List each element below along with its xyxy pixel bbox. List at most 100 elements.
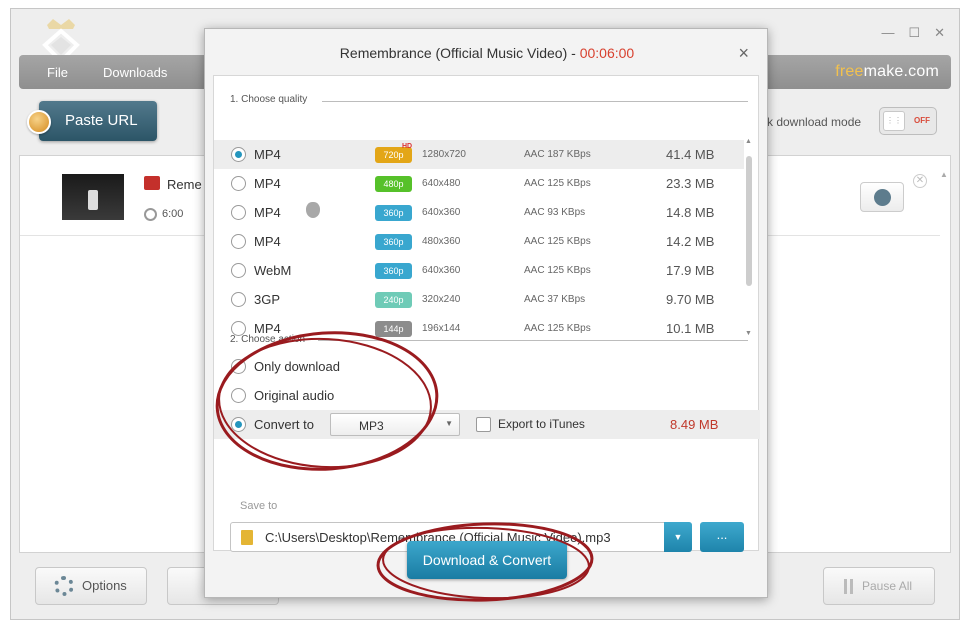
dialog-close-icon[interactable]: × <box>738 43 749 64</box>
pause-icon <box>844 579 853 594</box>
quality-format: MP4 <box>254 234 281 249</box>
brand-part2: make.com <box>863 63 939 80</box>
save-to-label: Save to <box>240 500 278 512</box>
quality-badge: 360p <box>375 263 412 279</box>
quality-size: 17.9 MB <box>666 263 715 278</box>
quality-radio[interactable] <box>231 263 246 278</box>
browse-button[interactable]: ... <box>700 522 744 552</box>
options-button[interactable]: Options <box>35 567 147 605</box>
gear-icon <box>54 576 74 596</box>
minimize-icon[interactable]: — <box>881 25 894 41</box>
original-audio-radio[interactable] <box>231 388 246 403</box>
quality-radio[interactable] <box>231 205 246 220</box>
quality-size: 14.8 MB <box>666 205 715 220</box>
quality-format: MP4 <box>254 147 281 162</box>
quality-badge: 240p <box>375 292 412 308</box>
quality-radio[interactable] <box>231 176 246 191</box>
dialog-title-duration: 00:06:00 <box>579 45 635 61</box>
folder-icon <box>241 530 253 545</box>
window-controls: — ☐ ✕ <box>881 25 945 41</box>
quality-resolution: 640x360 <box>422 207 461 218</box>
quality-row[interactable]: MP4 480p 640x480 AAC 125 KBps 23.3 MB <box>214 169 744 198</box>
quality-format: 3GP <box>254 292 281 307</box>
apple-icon <box>306 202 320 218</box>
quality-audio: AAC 93 KBps <box>524 207 586 218</box>
quality-audio: AAC 125 KBps <box>524 323 591 334</box>
list-scrollbar[interactable]: ▲ <box>940 166 948 546</box>
close-icon[interactable]: ✕ <box>934 25 945 41</box>
download-mode-toggle[interactable]: ⋮⋮ OFF <box>879 107 937 135</box>
menu-downloads[interactable]: Downloads <box>103 65 167 80</box>
youtube-icon <box>144 176 160 190</box>
quality-row[interactable]: 3GP 240p 320x240 AAC 37 KBps 9.70 MB <box>214 285 744 314</box>
paste-url-button[interactable]: Paste URL <box>27 101 157 141</box>
quality-audio: AAC 125 KBps <box>524 265 591 276</box>
remove-item-icon[interactable]: ✕ <box>913 174 927 188</box>
quality-resolution: 640x360 <box>422 265 461 276</box>
convert-to-label: Convert to <box>254 417 314 432</box>
action-section-label: 2. Choose action <box>230 334 306 345</box>
quality-row[interactable]: MP4 360p 480x360 AAC 125 KBps 14.2 MB <box>214 227 744 256</box>
quality-row[interactable]: MP4 360p 640x360 AAC 93 KBps 14.8 MB <box>214 198 744 227</box>
download-dialog: Remembrance (Official Music Video) - 00:… <box>204 28 768 598</box>
quality-format: MP4 <box>254 176 281 191</box>
quality-row[interactable]: WebM 360p 640x360 AAC 125 KBps 17.9 MB <box>214 256 744 285</box>
converted-size: 8.49 MB <box>670 417 719 432</box>
quality-resolution: 1280x720 <box>422 149 466 160</box>
scroll-thumb[interactable] <box>746 156 752 286</box>
brand-logo[interactable]: freemake.com <box>835 63 939 81</box>
only-download-radio[interactable] <box>231 359 246 374</box>
brand-part1: free <box>835 63 864 80</box>
quality-radio[interactable] <box>231 292 246 307</box>
toggle-knob-icon: ⋮⋮ <box>883 111 905 131</box>
chevron-down-icon: ▼ <box>445 419 453 428</box>
convert-format-select[interactable]: MP3 ▼ <box>330 413 460 436</box>
quality-row[interactable]: MP4 720p HD 1280x720 AAC 187 KBps 41.4 MB <box>214 140 744 169</box>
quality-audio: AAC 37 KBps <box>524 294 586 305</box>
quality-badge: 480p <box>375 176 412 192</box>
options-label: Options <box>82 578 127 593</box>
hd-badge: HD <box>402 143 413 150</box>
quality-section-label: 1. Choose quality <box>230 94 308 105</box>
pause-all-label: Pause All <box>862 579 913 593</box>
convert-to-radio[interactable] <box>231 417 246 432</box>
quality-scrollbar[interactable]: ▲ ▼ <box>744 138 754 338</box>
quality-badge: 144p <box>375 321 412 337</box>
action-original-audio[interactable]: Original audio <box>214 381 760 410</box>
item-title: Reme <box>167 177 202 192</box>
action-only-download[interactable]: Only download <box>214 352 760 381</box>
toggle-state: OFF <box>914 116 930 125</box>
download-mode-label: k download mode <box>767 115 862 129</box>
action-divider <box>318 340 748 341</box>
only-download-label: Only download <box>254 359 340 374</box>
quality-size: 9.70 MB <box>666 292 715 307</box>
maximize-icon[interactable]: ☐ <box>908 25 920 41</box>
quality-resolution: 196x144 <box>422 323 461 334</box>
quality-size: 41.4 MB <box>666 147 715 162</box>
quality-format: WebM <box>254 263 292 278</box>
menu-file[interactable]: File <box>47 65 68 80</box>
pause-all-button[interactable]: Pause All <box>823 567 935 605</box>
clock-icon <box>144 208 157 221</box>
quality-badge: 360p <box>375 205 412 221</box>
save-path-dropdown-icon[interactable]: ▼ <box>664 522 692 552</box>
action-convert-to[interactable]: Convert to MP3 ▼ Export to iTunes 8.49 M… <box>214 410 760 439</box>
quality-audio: AAC 187 KBps <box>524 149 591 160</box>
quality-resolution: 320x240 <box>422 294 461 305</box>
quality-size: 23.3 MB <box>666 176 715 191</box>
paste-url-label: Paste URL <box>39 101 157 141</box>
scroll-down-icon[interactable]: ▼ <box>745 330 752 337</box>
quality-audio: AAC 125 KBps <box>524 178 591 189</box>
video-thumbnail <box>62 174 124 220</box>
quality-radio[interactable] <box>231 234 246 249</box>
open-page-button[interactable] <box>860 182 904 212</box>
download-convert-button[interactable]: Download & Convert <box>407 541 567 579</box>
quality-resolution: 480x360 <box>422 236 461 247</box>
export-itunes-label: Export to iTunes <box>498 417 585 431</box>
convert-format-value: MP3 <box>359 419 384 433</box>
dialog-title-text: Remembrance (Official Music Video) - <box>339 45 580 61</box>
dialog-title: Remembrance (Official Music Video) - 00:… <box>205 45 769 61</box>
scroll-up-icon[interactable]: ▲ <box>745 138 752 145</box>
export-itunes-checkbox[interactable] <box>476 417 491 432</box>
quality-radio[interactable] <box>231 147 246 162</box>
